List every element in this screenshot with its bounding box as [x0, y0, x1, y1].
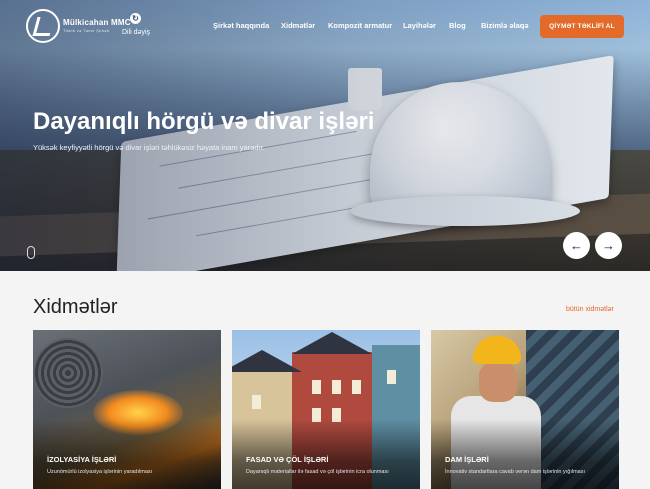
nav-item-projects[interactable]: Layihələr	[403, 21, 436, 30]
slider-prev-button[interactable]: ←	[563, 232, 590, 259]
nav-item-about[interactable]: Şirkət haqqında	[213, 21, 269, 30]
hero-title: Dayanıqlı hörgü və divar işləri	[33, 108, 375, 135]
service-card-title: FASAD VƏ ÇÖL İŞLƏRİ	[246, 455, 329, 464]
service-card-roofing[interactable]: DAM İŞLƏRİ İnnovativ standartlara cavab …	[431, 330, 619, 489]
service-card-title: DAM İŞLƏRİ	[445, 455, 489, 464]
get-quote-button[interactable]: QİYMƏT TƏKLİFİ AL	[540, 15, 624, 38]
service-card-facade[interactable]: FASAD VƏ ÇÖL İŞLƏRİ Dayanıqlı materialla…	[232, 330, 420, 489]
language-switch[interactable]: Dili dəyiş	[122, 29, 150, 36]
service-card-title: İZOLYASİYA İŞLƏRİ	[47, 455, 117, 464]
top-navigation: Mülkicahan MMC Tikinti və Təmir Şirkəti …	[0, 0, 650, 52]
brand-name[interactable]: Mülkicahan MMC	[63, 18, 131, 27]
hero-subtitle: Yüksək keyfiyyətli hörgü və divar işləri…	[33, 143, 265, 152]
scroll-indicator-icon[interactable]	[27, 246, 35, 259]
brand-subtitle: Tikinti və Təmir Şirkəti	[63, 28, 110, 33]
all-services-link[interactable]: bütün xidmətlər	[566, 306, 614, 313]
company-logo-icon[interactable]	[26, 9, 60, 43]
nav-item-services[interactable]: Xidmətlər	[281, 21, 315, 30]
nav-item-composite-rebar[interactable]: Kompozit armatur	[328, 21, 392, 30]
nav-item-contact[interactable]: Bizimlə əlaqə	[481, 21, 529, 30]
language-icon[interactable]: ↻	[130, 13, 141, 24]
nav-item-blog[interactable]: Blog	[449, 21, 466, 30]
service-card-description: Uzunömürlü izolyasiya işlərinin yaradılm…	[47, 469, 153, 475]
service-card-description: İnnovativ standartlara cavab verən dam i…	[445, 469, 586, 475]
slider-next-button[interactable]: →	[595, 232, 622, 259]
service-card-description: Dayanıqlı materiallar ilə fasad və çöl i…	[246, 469, 389, 475]
services-heading: Xidmətlər	[33, 296, 118, 318]
service-card-insulation[interactable]: İZOLYASİYA İŞLƏRİ Uzunömürlü izolyasiya …	[33, 330, 221, 489]
